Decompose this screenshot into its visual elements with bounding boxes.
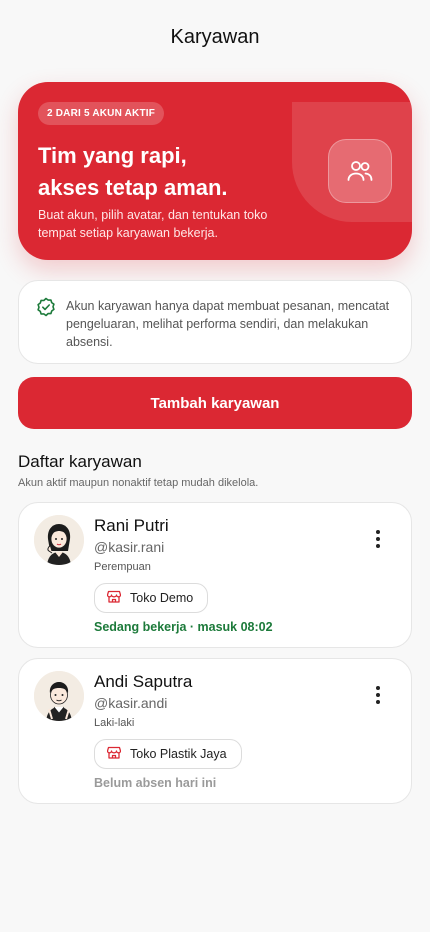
info-card: Akun karyawan hanya dapat membuat pesana… (18, 280, 412, 364)
active-accounts-badge: 2 DARI 5 AKUN AKTIF (38, 102, 165, 125)
check-badge-icon (36, 297, 56, 317)
employee-card[interactable]: Rani Putri @kasir.rani Perempuan Toko De… (18, 502, 412, 648)
employee-gender: Perempuan (94, 561, 151, 573)
info-text: Akun karyawan hanya dapat membuat pesana… (66, 299, 390, 349)
hero-title-line1: Tim yang rapi, (38, 143, 187, 168)
users-icon (328, 139, 392, 203)
employee-name: Rani Putri (94, 516, 169, 535)
employee-gender: Laki-laki (94, 717, 135, 729)
store-name: Toko Plastik Jaya (130, 747, 227, 761)
section-title: Daftar karyawan (18, 452, 142, 471)
avatar (34, 671, 84, 721)
employee-username: @kasir.andi (94, 695, 168, 711)
add-employee-button[interactable]: Tambah karyawan (18, 377, 412, 429)
employee-status: Sedang bekerja · masuk 08:02 (94, 620, 273, 634)
employee-card[interactable]: Andi Saputra @kasir.andi Laki-laki Toko … (18, 658, 412, 804)
page-title: Karyawan (170, 26, 260, 48)
store-icon (106, 746, 122, 762)
hero-card: 2 DARI 5 AKUN AKTIF Tim yang rapi, akses… (18, 82, 412, 260)
section-subtitle: Akun aktif maupun nonaktif tetap mudah d… (18, 477, 259, 489)
store-chip[interactable]: Toko Plastik Jaya (94, 739, 242, 769)
employee-username: @kasir.rani (94, 539, 165, 555)
hero-title-line2: akses tetap aman. (38, 175, 228, 200)
store-icon (106, 590, 122, 606)
avatar (34, 515, 84, 565)
hero-subtitle: Buat akun, pilih avatar, dan tentukan to… (38, 208, 268, 240)
store-chip[interactable]: Toko Demo (94, 583, 209, 613)
hero-title: Tim yang rapi, akses tetap aman. (38, 140, 298, 204)
employee-name: Andi Saputra (94, 672, 193, 691)
more-options-icon[interactable] (367, 683, 389, 707)
store-name: Toko Demo (130, 591, 194, 605)
more-options-icon[interactable] (367, 527, 389, 551)
employee-status: Belum absen hari ini (94, 776, 217, 790)
